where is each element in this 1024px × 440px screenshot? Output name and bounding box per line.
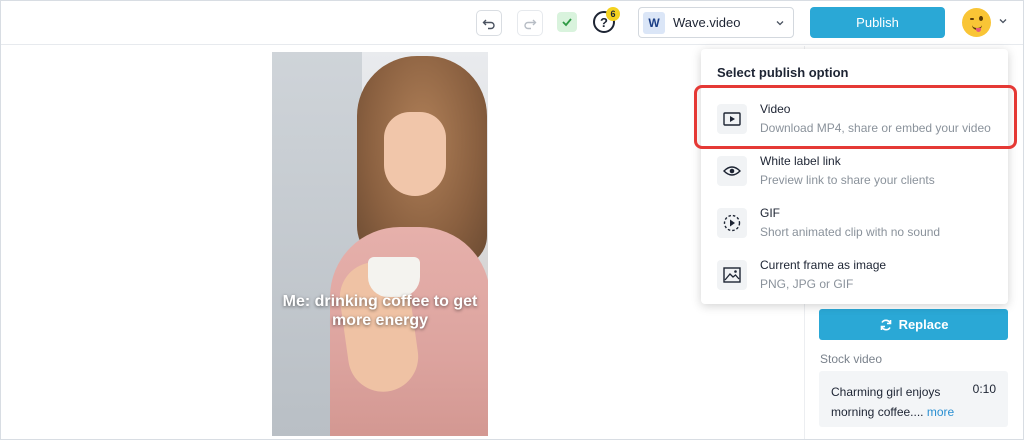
option-title: White label link bbox=[760, 154, 841, 168]
workspace-name: Wave.video bbox=[673, 15, 741, 30]
option-subtitle: PNG, JPG or GIF bbox=[760, 277, 854, 291]
video-option-highlight bbox=[694, 85, 1017, 149]
eye-icon bbox=[717, 156, 747, 186]
stock-video-label: Stock video bbox=[820, 352, 883, 366]
gif-play-icon bbox=[717, 208, 747, 238]
stock-video-description: Charming girl enjoys morning coffee.... bbox=[831, 385, 941, 419]
chevron-down-icon[interactable] bbox=[998, 16, 1008, 26]
undo-button[interactable] bbox=[476, 10, 502, 36]
chevron-down-icon bbox=[776, 20, 784, 25]
option-subtitle: Preview link to share your clients bbox=[760, 173, 935, 187]
redo-icon bbox=[524, 19, 537, 30]
help-badge: 6 bbox=[606, 7, 620, 21]
stock-video-duration: 0:10 bbox=[972, 382, 996, 396]
saved-indicator[interactable] bbox=[557, 12, 577, 32]
image-icon bbox=[717, 260, 747, 290]
workspace-logo: W bbox=[643, 11, 665, 34]
publish-dropdown-title: Select publish option bbox=[717, 65, 849, 80]
option-subtitle: Short animated clip with no sound bbox=[760, 225, 941, 239]
video-preview[interactable] bbox=[272, 52, 488, 436]
option-title: GIF bbox=[760, 206, 780, 220]
refresh-icon bbox=[880, 319, 891, 330]
check-icon bbox=[562, 18, 572, 27]
undo-icon bbox=[482, 19, 495, 30]
publish-option-current-frame[interactable]: Current frame as image PNG, JPG or GIF bbox=[701, 257, 1008, 303]
replace-button[interactable]: Replace bbox=[819, 309, 1008, 340]
user-avatar[interactable] bbox=[962, 8, 991, 37]
publish-button[interactable]: Publish bbox=[810, 7, 945, 38]
replace-label: Replace bbox=[898, 317, 949, 332]
publish-option-white-label-link[interactable]: White label link Preview link to share y… bbox=[701, 153, 1008, 199]
option-title: Current frame as image bbox=[760, 258, 887, 272]
stock-video-card: Charming girl enjoys morning coffee.... … bbox=[819, 371, 1008, 427]
publish-option-gif[interactable]: GIF Short animated clip with no sound bbox=[701, 205, 1008, 251]
stock-video-title: Charming girl enjoys morning coffee.... … bbox=[831, 382, 971, 422]
more-link[interactable]: more bbox=[927, 405, 954, 419]
video-caption[interactable]: Me: drinking coffee to get more energy bbox=[272, 292, 488, 330]
redo-button[interactable] bbox=[517, 10, 543, 36]
workspace-selector[interactable]: W Wave.video bbox=[638, 7, 794, 38]
